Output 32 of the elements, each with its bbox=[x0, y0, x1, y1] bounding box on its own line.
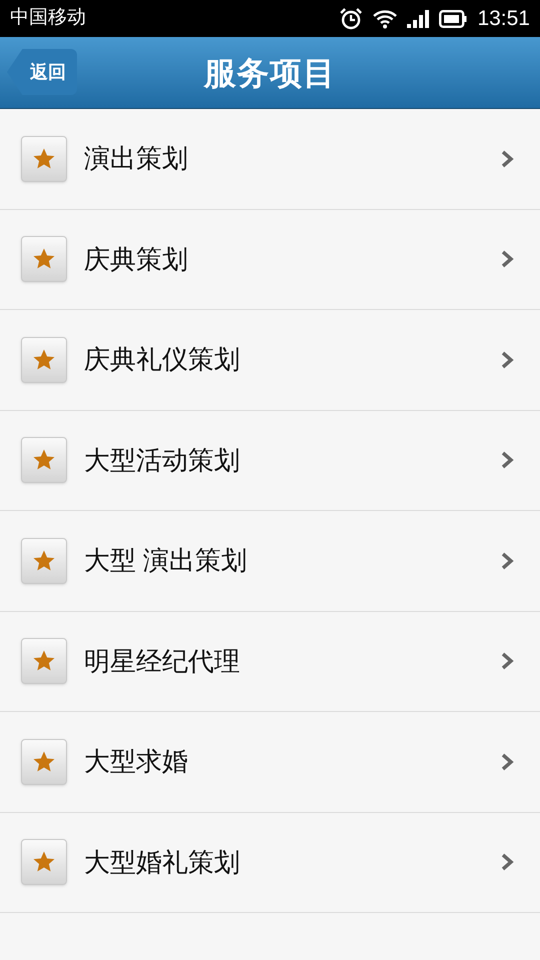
item-label: 大型 演出策划 bbox=[84, 544, 248, 578]
list-item[interactable]: 庆典策划 bbox=[0, 210, 540, 310]
list-item[interactable]: 大型活动策划 bbox=[0, 410, 540, 511]
alarm-icon bbox=[339, 8, 364, 30]
item-label: 演出策划 bbox=[84, 142, 188, 176]
chevron-icon bbox=[500, 450, 514, 470]
chevron-icon bbox=[500, 249, 514, 270]
item-label: 庆典礼仪策划 bbox=[84, 343, 240, 376]
item-label: 大型婚礼策划 bbox=[84, 846, 240, 879]
item-label: 大型活动策划 bbox=[84, 444, 240, 477]
chevron-icon bbox=[500, 148, 514, 169]
chevron-icon bbox=[500, 752, 514, 772]
list-item[interactable]: 演出策划 bbox=[0, 109, 540, 210]
list-item[interactable]: 大型 演出策划 bbox=[0, 511, 540, 612]
chevron-icon bbox=[500, 852, 514, 872]
battery-icon bbox=[439, 10, 468, 28]
page-title: 服务项目 bbox=[204, 54, 336, 92]
chevron-icon bbox=[500, 550, 514, 571]
list-item[interactable]: 明星经纪代理 bbox=[0, 612, 540, 712]
chevron-icon bbox=[500, 350, 514, 370]
list-item[interactable]: 大型求婚 bbox=[0, 712, 540, 812]
back-button[interactable]: 返回 bbox=[7, 49, 77, 95]
item-label: 大型求婚 bbox=[84, 745, 188, 778]
signal-icon bbox=[407, 10, 430, 28]
chevron-icon bbox=[500, 651, 514, 672]
clock-time: 13:51 bbox=[477, 6, 530, 32]
list-item[interactable]: 大型婚礼策划 bbox=[0, 812, 540, 913]
item-label: 庆典策划 bbox=[84, 242, 188, 276]
wifi-icon bbox=[373, 8, 398, 28]
list-item[interactable]: 庆典礼仪策划 bbox=[0, 310, 540, 410]
item-label: 明星经纪代理 bbox=[84, 644, 240, 678]
carrier-name: 中国移动 bbox=[10, 6, 86, 30]
